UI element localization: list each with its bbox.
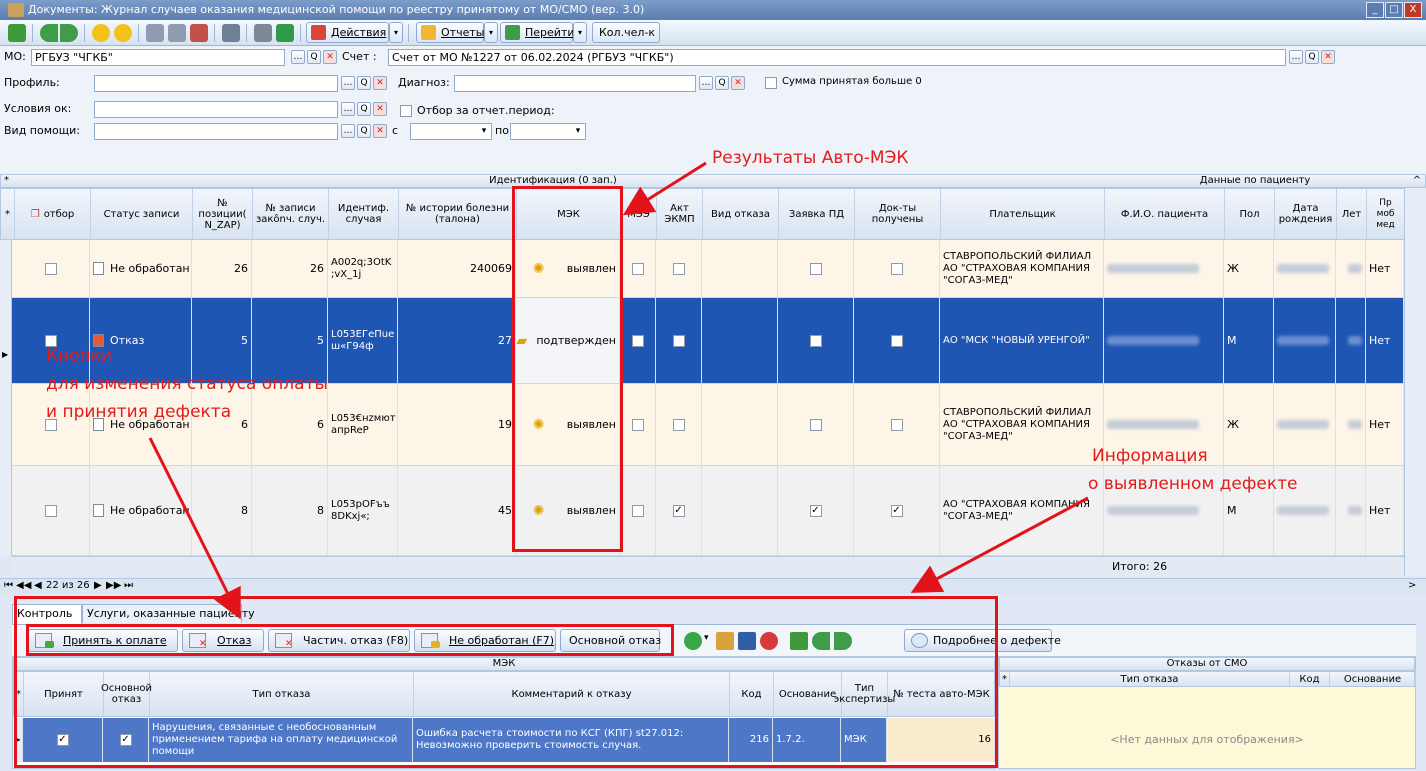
annotation-buttons-1: Кнопки <box>46 346 113 366</box>
annotation-buttons-2: для изменения статуса оплаты <box>46 374 328 394</box>
annotation-info-2: о выявленном дефекте <box>1088 474 1298 494</box>
annotation-info-1: Информация <box>1092 446 1208 466</box>
annotation-buttons-3: и принятия дефекта <box>46 402 232 422</box>
annotation-auto-mek: Результаты Авто-МЭК <box>712 148 909 168</box>
